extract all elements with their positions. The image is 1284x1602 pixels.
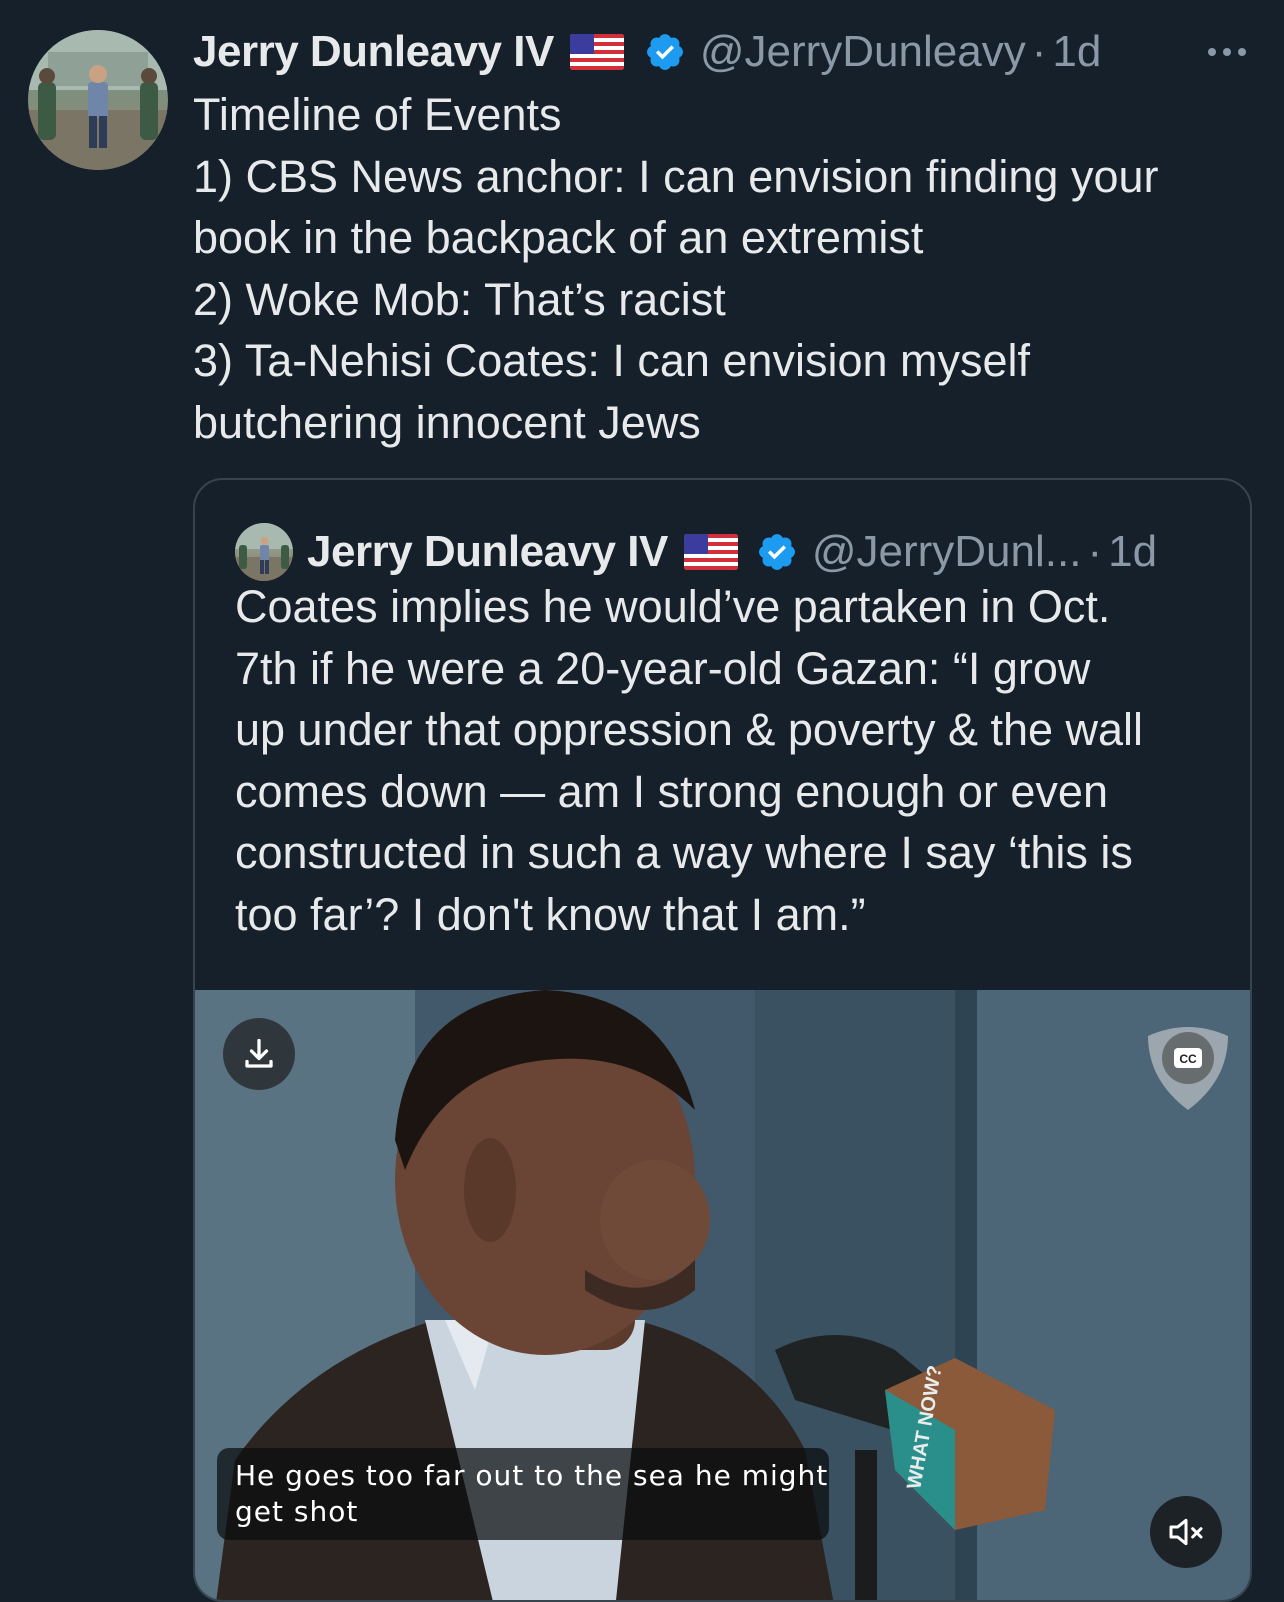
quoted-text-line: up under that oppression & poverty & the… <box>235 704 1144 755</box>
quoted-tweet-text: Coates implies he would’ve partaken in O… <box>235 576 1225 945</box>
quoted-text-line: 7th if he were a 20-year-old Gazan: “I g… <box>235 642 1091 694</box>
tweet-text-line: 1) CBS News anchor: I can envision findi… <box>193 150 1159 202</box>
closed-captions-icon: CC <box>1148 1027 1228 1110</box>
quoted-tweet-timestamp: 1d <box>1108 527 1158 576</box>
quoted-text-line: too far’? I don't know that I am.” <box>235 888 866 940</box>
tweet-text-line: book in the backpack of an extremist <box>193 212 924 263</box>
quoted-text-line: comes down — am I strong enough or even <box>235 765 1108 817</box>
author-avatar[interactable] <box>28 30 168 170</box>
quoted-tweet-header: Jerry Dunleavy IV @JerryDunl... · 1d <box>235 522 1210 582</box>
tweet-text-line: 2) Woke Mob: That’s racist <box>193 273 726 325</box>
video-player[interactable]: WHAT NOW? CC He goes too far out to the … <box>195 990 1250 1600</box>
cc-label: CC <box>1179 1052 1197 1066</box>
tweet-text-line: butchering innocent Jews <box>193 396 701 448</box>
quoted-author-avatar <box>235 523 293 581</box>
tweet-header: Jerry Dunleavy IV @JerryDunleavy · 1d <box>193 24 1254 80</box>
verified-badge-icon[interactable] <box>644 31 686 73</box>
separator-dot: · <box>1087 527 1103 576</box>
us-flag-icon <box>683 534 738 570</box>
separator-dot: · <box>1031 27 1047 76</box>
tweet-timestamp[interactable]: 1d <box>1052 27 1101 77</box>
unmute-button[interactable] <box>1150 1496 1222 1568</box>
caption-line: He goes too far out to the sea he might <box>235 1459 829 1492</box>
video-caption: He goes too far out to the sea he might … <box>217 1448 829 1540</box>
avatar-photo <box>28 30 168 170</box>
download-icon <box>245 1038 273 1068</box>
author-handle[interactable]: @JerryDunleavy <box>700 27 1026 77</box>
verified-badge-icon <box>756 531 798 573</box>
quoted-tweet-card[interactable]: Jerry Dunleavy IV @JerryDunl... · 1d Coa… <box>193 478 1252 1602</box>
more-options-icon[interactable] <box>1208 48 1254 56</box>
caption-line: get shot <box>235 1495 359 1528</box>
us-flag-icon <box>569 34 624 70</box>
volume-muted-icon <box>1169 1518 1203 1546</box>
tweet-text-line: 3) Ta-Nehisi Coates: I can envision myse… <box>193 335 1031 386</box>
quoted-text-line: constructed in such a way where I say ‘t… <box>235 827 1133 878</box>
author-name[interactable]: Jerry Dunleavy IV <box>193 27 554 77</box>
tweet-text: Timeline of Events 1) CBS News anchor: I… <box>193 84 1253 453</box>
download-button[interactable] <box>223 1018 295 1090</box>
quoted-author-handle: @JerryDunl... <box>811 527 1082 576</box>
quoted-text-line: Coates implies he would’ve partaken in O… <box>235 581 1111 632</box>
closed-captions-badge[interactable]: CC <box>1140 1018 1236 1114</box>
tweet-text-line: Timeline of Events <box>193 89 562 140</box>
quoted-author-name: Jerry Dunleavy IV <box>307 527 668 576</box>
